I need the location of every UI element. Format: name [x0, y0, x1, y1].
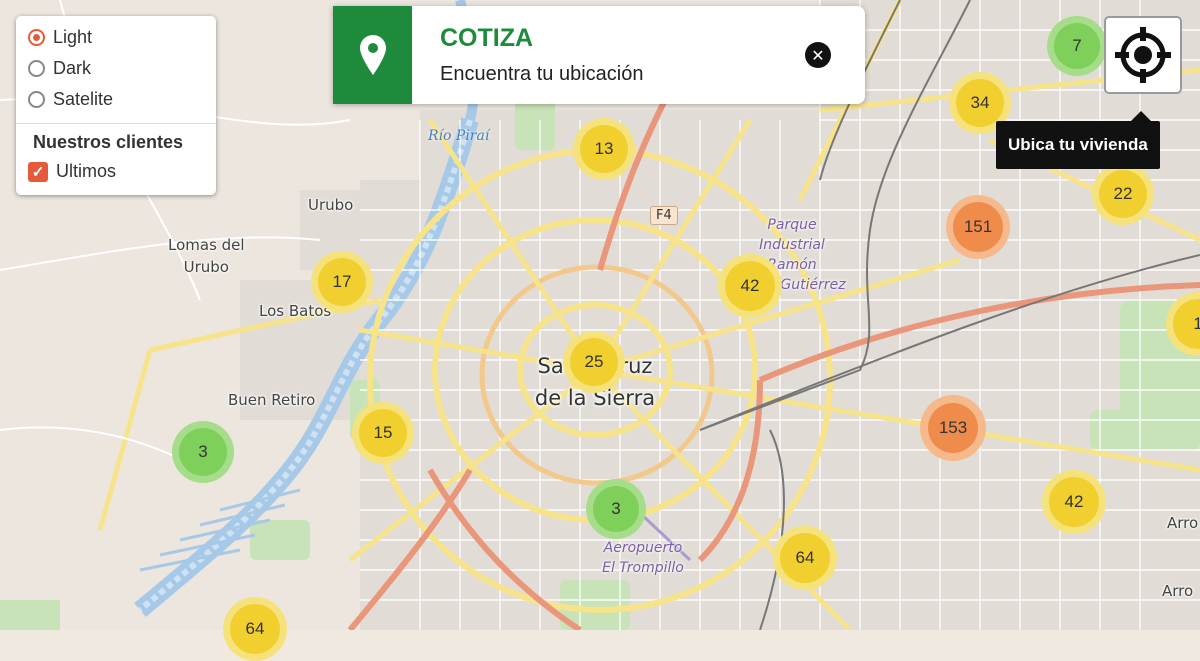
highway-shield-f4: F4 [650, 206, 678, 225]
cluster-count: 1 [1173, 299, 1200, 349]
layer-option-label: Satelite [53, 89, 114, 109]
layers-divider [16, 123, 216, 124]
cluster-marker[interactable]: 3 [586, 479, 646, 539]
locate-tooltip: Ubica tu vivienda [996, 111, 1160, 169]
overlay-option-label: Ultimos [56, 161, 117, 181]
label-parque-l1: Parque [767, 217, 817, 233]
cluster-count: 7 [1054, 23, 1100, 69]
locate-button[interactable] [1104, 16, 1182, 94]
cluster-count: 42 [1049, 477, 1099, 527]
radio-button[interactable] [28, 60, 45, 77]
layer-option-label: Light [53, 27, 93, 47]
radio-button[interactable] [28, 29, 45, 46]
layers-control: Light Dark Satelite Nuestros clientes ✓ … [16, 16, 216, 195]
cluster-marker[interactable]: 13 [573, 118, 635, 180]
cluster-marker[interactable]: 42 [718, 254, 782, 318]
cluster-count: 64 [230, 604, 280, 654]
label-rio-pirai: Río Piraí [428, 128, 490, 144]
cluster-count: 25 [570, 338, 618, 386]
cluster-count: 3 [593, 486, 639, 532]
cluster-count: 64 [780, 533, 830, 583]
cluster-count: 3 [179, 428, 227, 476]
label-lomas-line2: Urubo [183, 258, 229, 276]
label-parque-l2: Industrial [759, 237, 825, 253]
cluster-marker[interactable]: 3 [172, 421, 234, 483]
label-buen-retiro: Buen Retiro [228, 391, 316, 409]
label-urubo: Urubo [308, 196, 354, 214]
layer-option-light[interactable]: Light [16, 22, 216, 53]
close-icon[interactable]: ✕ [805, 42, 831, 68]
label-lomas-line1: Lomas del [168, 236, 245, 254]
label-lomas-del-urubo: Lomas del Urubo [168, 234, 245, 278]
cluster-count: 34 [956, 79, 1004, 127]
cluster-marker[interactable]: 17 [311, 251, 373, 313]
cluster-marker[interactable]: 22 [1092, 163, 1154, 225]
crosshair-icon [1115, 27, 1171, 83]
cluster-marker[interactable]: 7 [1047, 16, 1107, 76]
layer-option-dark[interactable]: Dark [16, 53, 216, 84]
label-arro-1: Arro [1167, 514, 1199, 532]
cluster-count: 42 [725, 261, 775, 311]
cluster-count: 151 [953, 202, 1003, 252]
cluster-marker[interactable]: 15 [352, 402, 414, 464]
layer-option-satelite[interactable]: Satelite [16, 84, 216, 115]
banner-title: COTIZA [440, 24, 534, 52]
overlay-option-ultimos[interactable]: ✓ Ultimos [16, 156, 216, 187]
label-aeropuerto-l2: El Trompillo [602, 560, 684, 576]
cluster-count: 22 [1099, 170, 1147, 218]
cluster-marker[interactable]: 64 [773, 526, 837, 590]
label-arro-2: Arro [1162, 582, 1194, 600]
cluster-marker[interactable]: 25 [563, 331, 625, 393]
label-aeropuerto-l1: Aeropuerto [603, 540, 683, 556]
checkmark-icon: ✓ [31, 163, 45, 181]
label-aeropuerto: Aeropuerto El Trompillo [588, 538, 698, 578]
banner-icon-box [333, 6, 412, 104]
checkbox[interactable]: ✓ [28, 161, 48, 182]
cotiza-banner[interactable]: COTIZA Encuentra tu ubicación ✕ [333, 6, 865, 104]
overlay-title: Nuestros clientes [33, 132, 184, 152]
cluster-count: 17 [318, 258, 366, 306]
cluster-count: 13 [580, 125, 628, 173]
map-pin-icon [359, 35, 386, 75]
cluster-count: 153 [928, 403, 978, 453]
layer-option-label: Dark [53, 58, 92, 78]
cluster-count: 15 [359, 409, 407, 457]
banner-subtitle: Encuentra tu ubicación [440, 63, 644, 85]
cluster-marker[interactable]: 64 [223, 597, 287, 661]
cluster-marker[interactable]: 42 [1042, 470, 1106, 534]
cluster-marker[interactable]: 153 [920, 395, 986, 461]
radio-button[interactable] [28, 91, 45, 108]
cluster-marker[interactable]: 151 [946, 195, 1010, 259]
